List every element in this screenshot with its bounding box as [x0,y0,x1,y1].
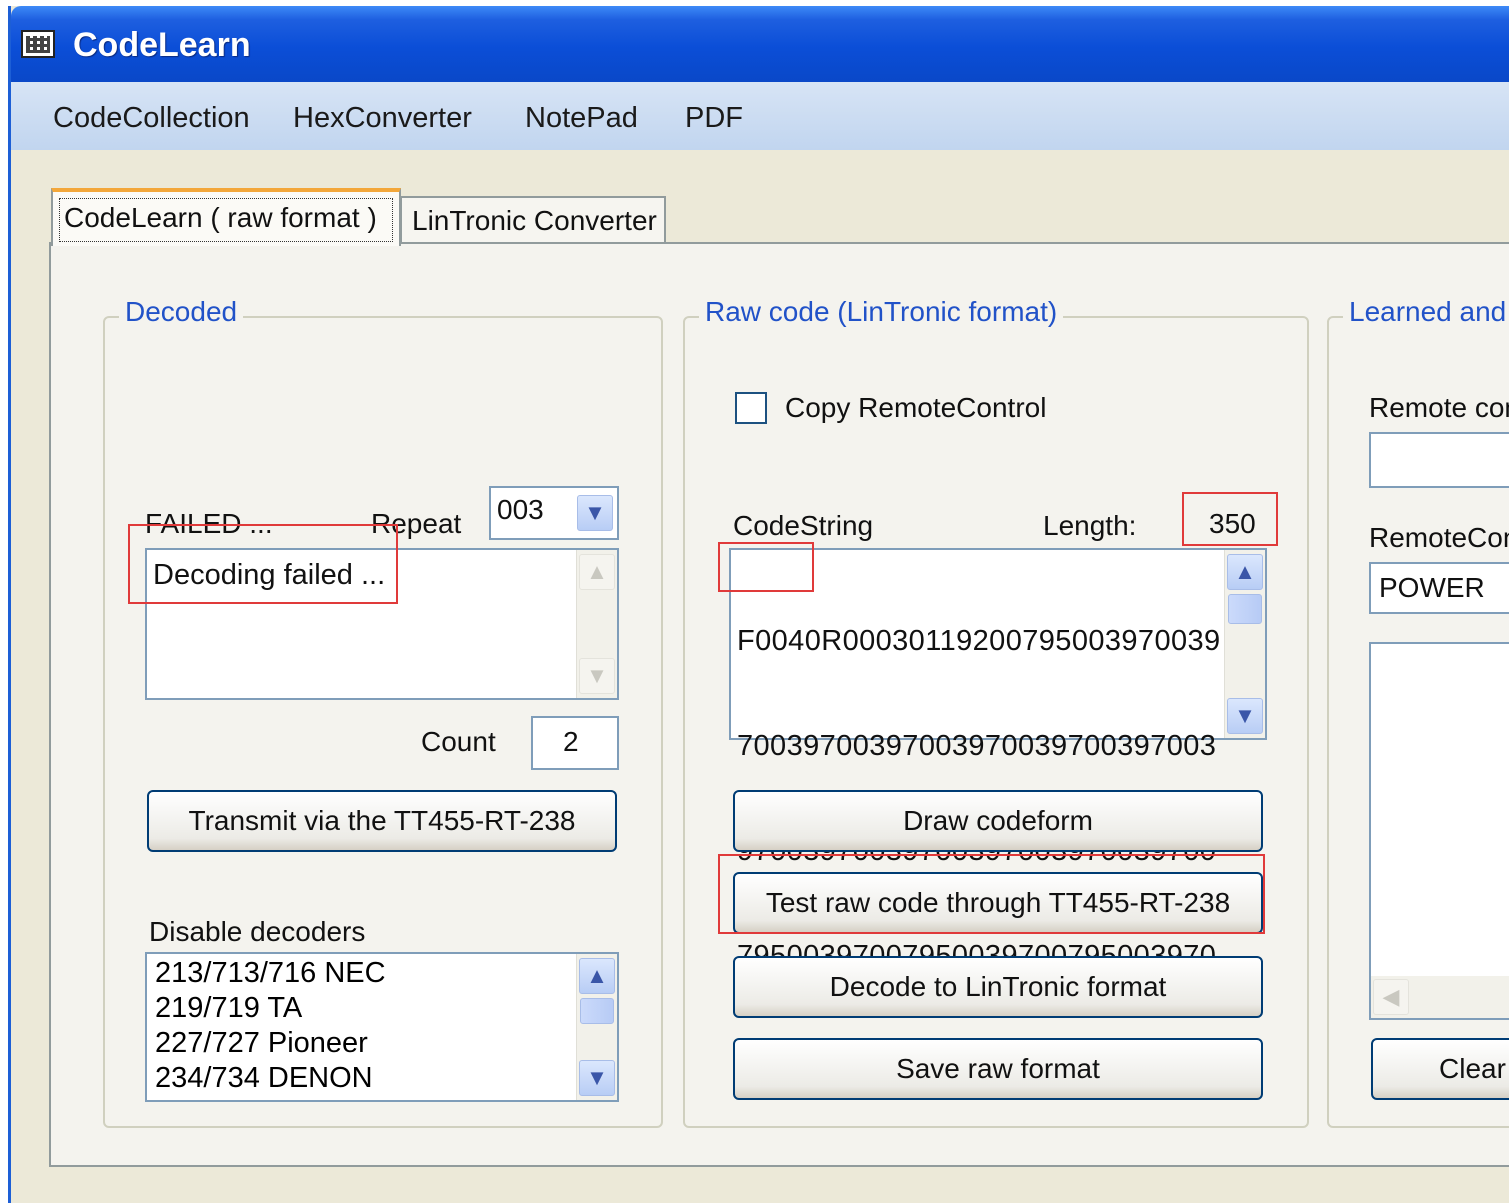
list-item[interactable]: 213/713/716 NEC [155,956,386,991]
clear-button[interactable]: Clear [1371,1038,1509,1100]
horizontal-scrollbar[interactable]: ◀ [1371,976,1509,1018]
decoder-list[interactable]: 213/713/716 NEC 219/719 TA 227/727 Pione… [145,952,619,1102]
repeat-value: 003 [497,494,544,525]
decode-status: FAILED ... [145,508,273,539]
menu-codecollection[interactable]: CodeCollection [53,102,250,135]
remote-control-input[interactable] [1369,432,1509,488]
list-item[interactable]: 219/719 TA [155,991,386,1026]
length-label: Length: [1043,510,1137,541]
tab-label: LinTronic Converter [412,205,657,236]
window-title: CodeLearn [73,26,251,64]
vertical-scrollbar[interactable]: ▲ ▼ [576,550,617,698]
list-item[interactable]: 234/734 DENON [155,1061,386,1096]
list-item[interactable]: 227/727 Pioneer [155,1026,386,1061]
scroll-thumb[interactable] [1228,594,1262,624]
decoder-items: 213/713/716 NEC 219/719 TA 227/727 Pione… [155,956,386,1096]
menu-bar: CodeCollection HexConverter NotePad PDF [11,82,1509,150]
scroll-up-icon[interactable]: ▲ [579,554,615,590]
decode-lintronic-button[interactable]: Decode to LinTronic format [733,956,1263,1018]
scroll-up-icon[interactable]: ▲ [1227,554,1263,590]
length-value: 350 [1209,508,1256,539]
chevron-down-icon[interactable]: ▼ [577,495,613,531]
decoded-result: Decoding failed ... [153,559,386,591]
learned-list[interactable]: ◀ [1369,642,1509,1020]
tab-codelearn-raw[interactable]: CodeLearn ( raw format ) [51,188,401,246]
raw-code-title: Raw code (LinTronic format) [699,296,1064,328]
decoded-group: Decoded FAILED ... Repeat 003 ▼ Decoding… [103,296,663,1128]
menu-notepad[interactable]: NotePad [525,102,638,135]
main-content: CodeLearn ( raw format ) LinTronic Conve… [11,150,1509,1203]
copy-remote-checkbox[interactable] [735,392,767,424]
remotecont-label: RemoteCont [1369,522,1509,553]
scroll-down-icon[interactable]: ▼ [579,658,615,694]
save-raw-format-button[interactable]: Save raw format [733,1038,1263,1100]
calculator-grid-icon [21,30,55,58]
remotecont-input[interactable]: POWER [1369,562,1509,614]
title-bar[interactable]: CodeLearn [11,6,1509,82]
scroll-thumb[interactable] [580,998,614,1024]
remotecont-value: POWER [1379,572,1485,603]
repeat-label: Repeat [371,508,462,539]
menu-hexconverter[interactable]: HexConverter [293,102,472,135]
menu-pdf[interactable]: PDF [685,102,743,135]
scroll-down-icon[interactable]: ▼ [1227,698,1263,734]
code-line: F0040R00030119200795003970039 [737,625,1221,657]
transmit-button[interactable]: Transmit via the TT455-RT-238 [147,790,617,852]
scroll-down-icon[interactable]: ▼ [579,1060,615,1096]
app-window: CodeLearn CodeCollection HexConverter No… [8,6,1509,1203]
copy-remote-label: Copy RemoteControl [785,392,1047,423]
tab-label: CodeLearn ( raw format ) [59,198,393,242]
decoded-title: Decoded [119,296,244,328]
learned-group: Learned and t Remote con RemoteCont POWE… [1327,296,1509,1128]
count-value: 2 [563,726,579,757]
tab-panel: Decoded FAILED ... Repeat 003 ▼ Decoding… [49,242,1509,1167]
decoded-result-text[interactable]: Decoding failed ... ▲ ▼ [145,548,619,700]
count-field[interactable]: 2 [531,716,619,770]
test-raw-code-button[interactable]: Test raw code through TT455-RT-238 [733,872,1263,934]
tab-lintronic-converter[interactable]: LinTronic Converter [400,196,666,246]
remote-control-label: Remote con [1369,392,1509,423]
learned-title: Learned and t [1343,296,1509,328]
codestring-text[interactable]: F0040R00030119200795003970039 7003970039… [729,548,1267,1077]
count-label: Count [421,726,496,757]
scroll-up-icon[interactable]: ▲ [579,958,615,994]
codestring-label: CodeString [733,510,874,541]
scroll-left-icon[interactable]: ◀ [1373,979,1409,1015]
draw-codeform-button[interactable]: Draw codeform [733,790,1263,852]
vertical-scrollbar[interactable]: ▲ ▼ [576,954,617,1100]
code-line: 70039700397003970039700397003 [737,730,1217,762]
disable-decoders-label: Disable decoders [149,916,366,947]
vertical-scrollbar[interactable]: ▲ ▼ [1224,550,1265,738]
repeat-select[interactable]: 003 ▼ [489,486,619,540]
raw-code-group: Raw code (LinTronic format) Copy RemoteC… [683,296,1309,1128]
